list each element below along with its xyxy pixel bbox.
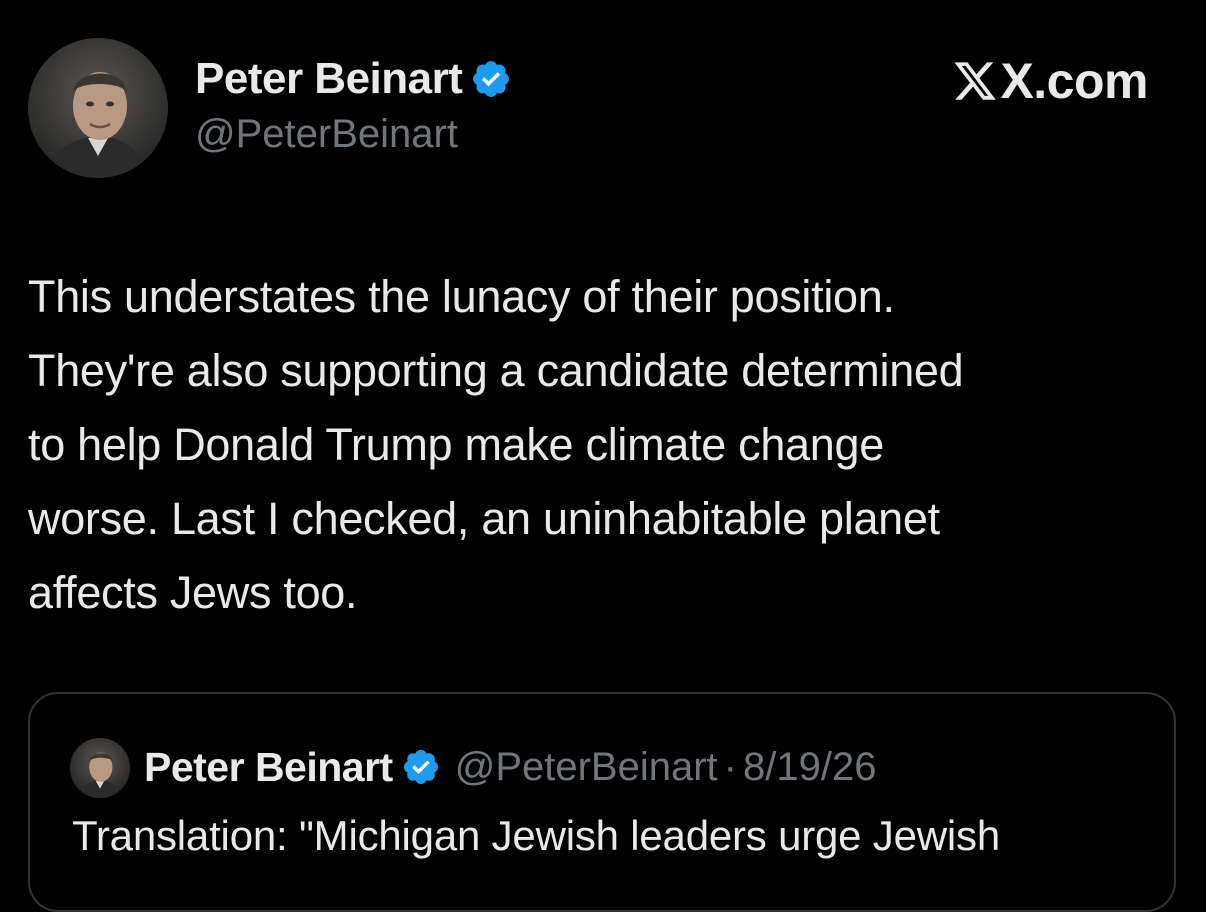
author-display-name[interactable]: Peter Beinart — [195, 54, 463, 104]
post-text-line: to help Donald Trump make climate change — [28, 419, 884, 470]
quoted-post-header: Peter Beinart @PeterBeinart · 8/19/26 — [144, 740, 876, 794]
post-card: Peter Beinart @PeterBeinart X.com This u… — [0, 0, 1206, 912]
quoted-author-handle[interactable]: @PeterBeinart — [455, 745, 718, 790]
author-avatar[interactable] — [28, 38, 168, 178]
quoted-post-card[interactable]: Peter Beinart @PeterBeinart · 8/19/26 Tr… — [28, 692, 1176, 912]
site-label: X.com — [952, 52, 1148, 110]
author-name-row: Peter Beinart — [195, 50, 512, 108]
quoted-author-display-name[interactable]: Peter Beinart — [144, 744, 393, 791]
separator-dot: · — [723, 744, 737, 789]
site-label-text: X.com — [1000, 53, 1148, 109]
post-text: This understates the lunacy of their pos… — [28, 260, 1188, 630]
profile-photo-icon — [70, 738, 130, 798]
quoted-post-date[interactable]: 8/19/26 — [743, 745, 876, 790]
profile-photo-icon — [28, 38, 168, 178]
post-text-line: worse. Last I checked, an uninhabitable … — [28, 493, 940, 544]
x-logo-icon — [954, 62, 997, 100]
post-text-line: They're also supporting a candidate dete… — [28, 345, 964, 396]
quoted-author-avatar[interactable] — [70, 738, 130, 798]
author-handle[interactable]: @PeterBeinart — [195, 112, 458, 157]
quoted-post-text: Translation: "Michigan Jewish leaders ur… — [72, 812, 1000, 859]
post-text-line: affects Jews too. — [28, 567, 358, 618]
verified-badge-icon — [473, 61, 510, 97]
post-text-line: This understates the lunacy of their pos… — [28, 271, 895, 322]
verified-badge-icon — [403, 749, 438, 785]
